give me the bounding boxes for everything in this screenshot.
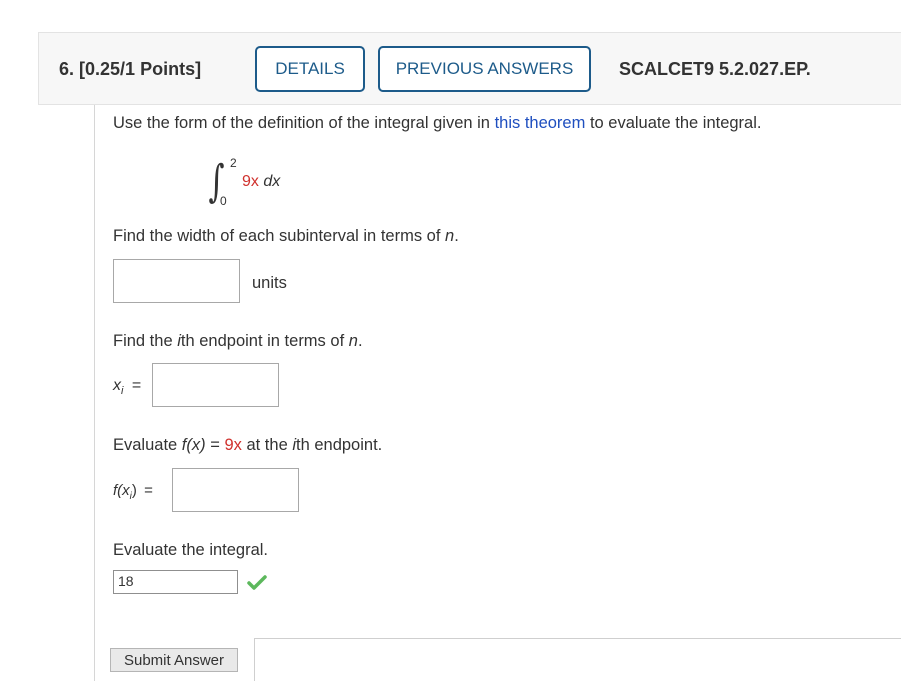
- q4-prompt: Evaluate the integral.: [113, 541, 269, 559]
- q3-prompt: Evaluate f(x) = 9x at the ith endpoint.: [113, 436, 383, 454]
- integral-answer-input[interactable]: 18: [113, 570, 238, 594]
- xi-input[interactable]: [152, 363, 279, 407]
- content-left-border: [94, 105, 95, 681]
- fxi-input[interactable]: [172, 468, 299, 512]
- xi-label: xi =: [113, 377, 142, 398]
- previous-answers-button[interactable]: PREVIOUS ANSWERS: [378, 46, 591, 92]
- fxi-label: f(xi) =: [113, 482, 153, 502]
- integral-lower-limit: 0: [220, 194, 227, 208]
- correct-check-icon: [247, 575, 267, 590]
- q1-prompt: Find the width of each subinterval in te…: [113, 227, 459, 245]
- theorem-link[interactable]: this theorem: [495, 114, 586, 132]
- question-header: 6. [0.25/1 Points] DETAILS PREVIOUS ANSW…: [38, 32, 901, 105]
- bottom-panel: [254, 638, 901, 681]
- problem-code: SCALCET9 5.2.027.EP.: [619, 59, 811, 79]
- units-label: units: [252, 274, 287, 292]
- question-prompt: Use the form of the definition of the in…: [113, 114, 762, 132]
- q2-prompt: Find the ith endpoint in terms of n.: [113, 332, 363, 350]
- integrand: 9x dx: [242, 173, 281, 190]
- details-button[interactable]: DETAILS: [255, 46, 365, 92]
- question-number: 6. [0.25/1 Points]: [59, 59, 202, 79]
- submit-answer-button[interactable]: Submit Answer: [110, 648, 238, 672]
- subinterval-width-input[interactable]: [113, 259, 240, 303]
- integral-upper-limit: 2: [230, 156, 237, 170]
